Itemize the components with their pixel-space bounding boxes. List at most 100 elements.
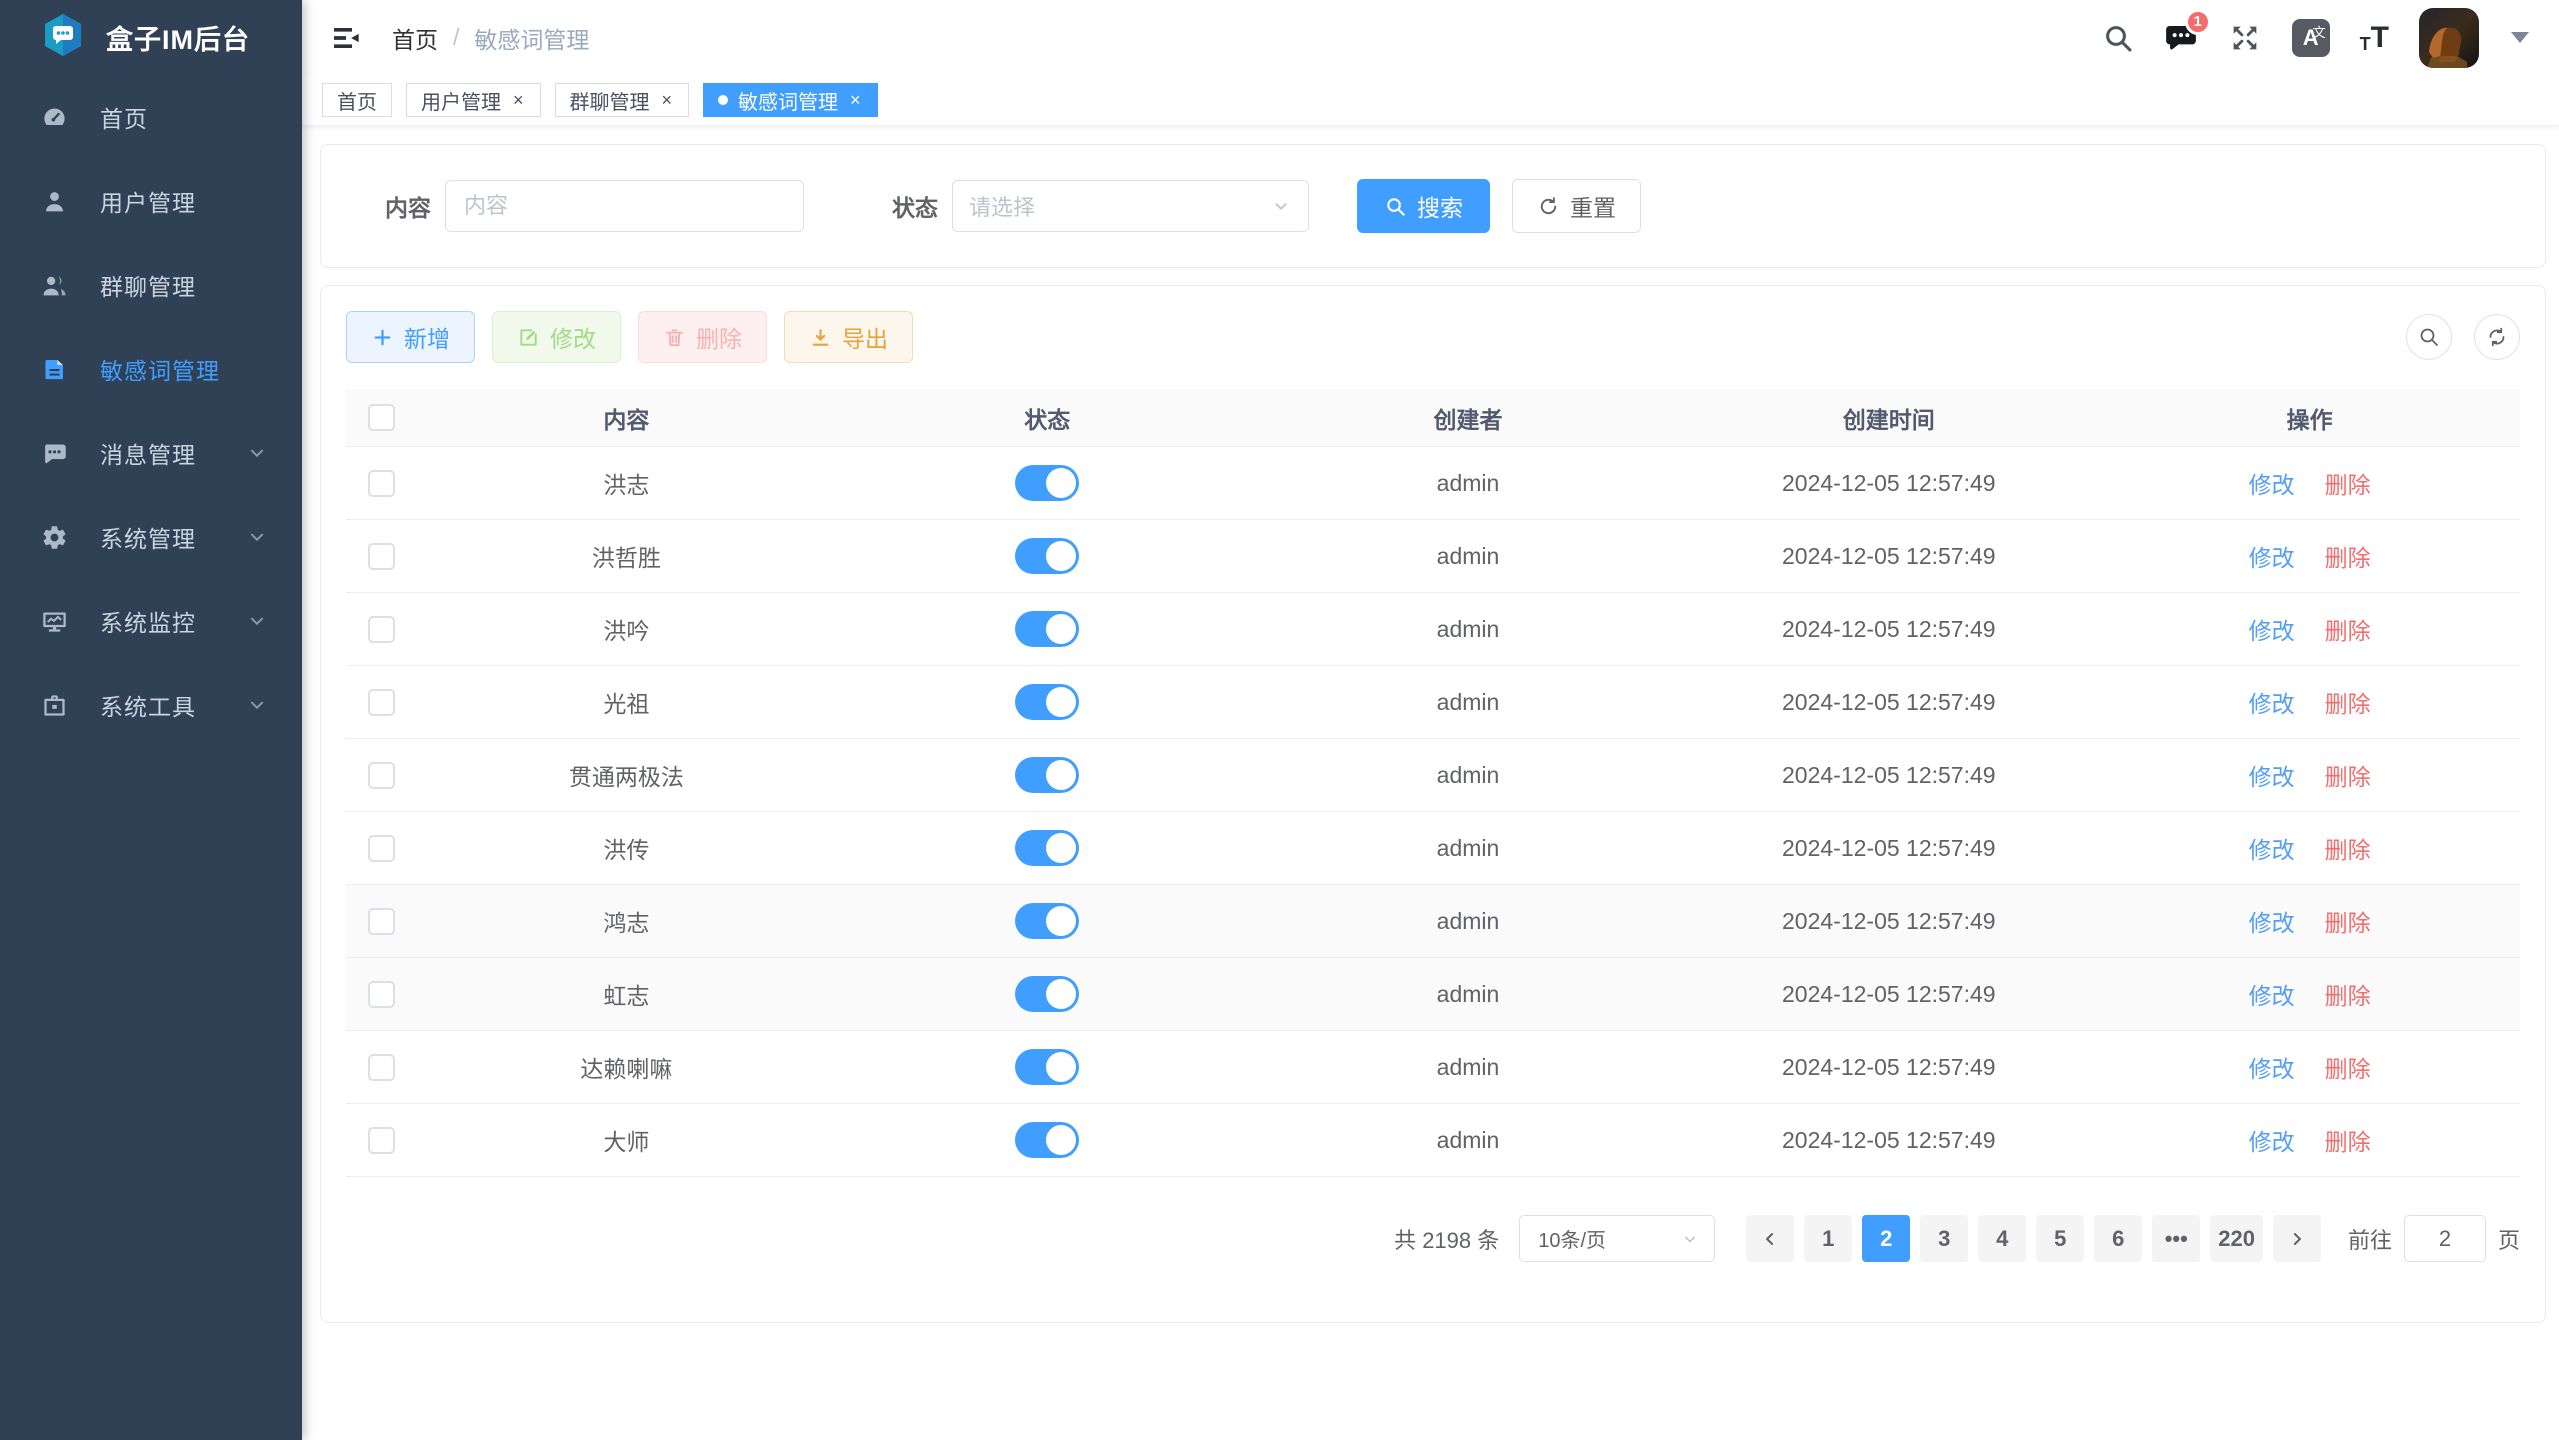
page-size-select[interactable]: 10条/页	[1519, 1215, 1715, 1262]
select-all-checkbox[interactable]	[368, 404, 395, 431]
tab-close-icon[interactable]: ×	[511, 89, 526, 111]
status-filter-select[interactable]: 请选择	[952, 180, 1309, 232]
tab-home[interactable]: 首页	[322, 83, 392, 117]
status-toggle[interactable]	[1015, 976, 1079, 1012]
row-edit-link[interactable]: 修改	[2249, 977, 2295, 1011]
prev-page-button[interactable]	[1746, 1215, 1794, 1262]
status-toggle[interactable]	[1015, 903, 1079, 939]
page-number-button[interactable]: 4	[1978, 1215, 2026, 1262]
row-checkbox[interactable]	[368, 470, 395, 497]
status-toggle[interactable]	[1015, 757, 1079, 793]
tab-group-management[interactable]: 群聊管理 ×	[555, 83, 690, 117]
row-edit-link[interactable]: 修改	[2249, 612, 2295, 646]
row-checkbox[interactable]	[368, 1054, 395, 1081]
status-toggle[interactable]	[1015, 1122, 1079, 1158]
row-delete-link[interactable]: 删除	[2325, 831, 2371, 865]
sidebar-item-groups[interactable]: 群聊管理	[0, 243, 302, 327]
tab-sensitive-words[interactable]: 敏感词管理 ×	[703, 83, 878, 117]
show-search-button[interactable]	[2406, 314, 2452, 360]
table-row: 洪吟 admin 2024-12-05 12:57:49 修改 删除	[346, 593, 2520, 666]
row-edit-link[interactable]: 修改	[2249, 758, 2295, 792]
page-number-button[interactable]: 6	[2094, 1215, 2142, 1262]
status-toggle[interactable]	[1015, 538, 1079, 574]
table-header-row: 内容 状态 创建者 创建时间 操作	[346, 389, 2520, 447]
row-edit-link[interactable]: 修改	[2249, 904, 2295, 938]
table-row: 大师 admin 2024-12-05 12:57:49 修改 删除	[346, 1104, 2520, 1177]
cell-created-at: 2024-12-05 12:57:49	[1678, 1054, 2099, 1081]
status-toggle[interactable]	[1015, 1049, 1079, 1085]
status-toggle[interactable]	[1015, 684, 1079, 720]
row-delete-link[interactable]: 删除	[2325, 685, 2371, 719]
breadcrumb-current: 敏感词管理	[474, 21, 589, 55]
fullscreen-icon[interactable]	[2228, 21, 2262, 55]
row-delete-link[interactable]: 删除	[2325, 904, 2371, 938]
row-delete-link[interactable]: 删除	[2325, 466, 2371, 500]
row-checkbox[interactable]	[368, 543, 395, 570]
row-checkbox[interactable]	[368, 616, 395, 643]
row-checkbox[interactable]	[368, 689, 395, 716]
status-toggle[interactable]	[1015, 611, 1079, 647]
export-button[interactable]: 导出	[784, 311, 913, 363]
sidebar-item-home[interactable]: 首页	[0, 75, 302, 159]
message-icon[interactable]: 1	[2164, 21, 2198, 55]
goto-page-input[interactable]	[2404, 1215, 2486, 1262]
row-delete-link[interactable]: 删除	[2325, 1050, 2371, 1084]
row-edit-link[interactable]: 修改	[2249, 466, 2295, 500]
sidebar-item-users[interactable]: 用户管理	[0, 159, 302, 243]
avatar-dropdown-caret-icon[interactable]	[2511, 32, 2529, 43]
tab-label: 用户管理	[421, 86, 501, 115]
page-number-button[interactable]: 2	[1862, 1215, 1910, 1262]
search-icon	[1384, 195, 1407, 218]
breadcrumb-separator: /	[453, 24, 459, 51]
sidebar-item-system-tools[interactable]: 系统工具	[0, 663, 302, 747]
font-size-icon[interactable]: TT	[2360, 23, 2389, 53]
row-checkbox[interactable]	[368, 1127, 395, 1154]
next-page-button[interactable]	[2273, 1215, 2321, 1262]
status-toggle[interactable]	[1015, 830, 1079, 866]
reset-button[interactable]: 重置	[1512, 179, 1641, 233]
add-button[interactable]: 新增	[346, 311, 475, 363]
row-checkbox[interactable]	[368, 835, 395, 862]
table-row: 贯通两极法 admin 2024-12-05 12:57:49 修改 删除	[346, 739, 2520, 812]
chevron-down-icon	[246, 610, 268, 632]
row-delete-link[interactable]: 删除	[2325, 1123, 2371, 1157]
tab-user-management[interactable]: 用户管理 ×	[406, 83, 541, 117]
sidebar-item-messages[interactable]: 消息管理	[0, 411, 302, 495]
row-edit-link[interactable]: 修改	[2249, 685, 2295, 719]
sidebar-item-sensitive-words[interactable]: 敏感词管理	[0, 327, 302, 411]
row-checkbox[interactable]	[368, 908, 395, 935]
cell-content: 洪志	[416, 466, 837, 500]
row-edit-link[interactable]: 修改	[2249, 1123, 2295, 1157]
status-toggle[interactable]	[1015, 465, 1079, 501]
app-root: 盒子IM后台 首页 用户管理 群聊管理	[0, 0, 2559, 1440]
search-button[interactable]: 搜索	[1357, 179, 1490, 233]
toolbox-icon	[41, 692, 68, 719]
translate-icon[interactable]: A文	[2292, 19, 2330, 57]
row-delete-link[interactable]: 删除	[2325, 977, 2371, 1011]
sidebar-item-system-monitor[interactable]: 系统监控	[0, 579, 302, 663]
page-ellipsis-button[interactable]: •••	[2152, 1215, 2200, 1262]
row-edit-link[interactable]: 修改	[2249, 539, 2295, 573]
page-number-button[interactable]: 1	[1804, 1215, 1852, 1262]
row-delete-link[interactable]: 删除	[2325, 539, 2371, 573]
refresh-table-button[interactable]	[2474, 314, 2520, 360]
search-icon[interactable]	[2102, 22, 2134, 54]
sidebar-item-system-management[interactable]: 系统管理	[0, 495, 302, 579]
row-edit-link[interactable]: 修改	[2249, 831, 2295, 865]
sidebar-collapse-icon[interactable]	[330, 22, 362, 54]
content-filter-input[interactable]	[445, 180, 804, 232]
row-delete-link[interactable]: 删除	[2325, 758, 2371, 792]
cell-created-at: 2024-12-05 12:57:49	[1678, 689, 2099, 716]
row-delete-link[interactable]: 删除	[2325, 612, 2371, 646]
page-number-button[interactable]: 3	[1920, 1215, 1968, 1262]
breadcrumb-home[interactable]: 首页	[392, 21, 438, 55]
cell-created-at: 2024-12-05 12:57:49	[1678, 908, 2099, 935]
page-number-button[interactable]: 220	[2210, 1215, 2263, 1262]
row-edit-link[interactable]: 修改	[2249, 1050, 2295, 1084]
tab-close-icon[interactable]: ×	[848, 89, 863, 111]
row-checkbox[interactable]	[368, 762, 395, 789]
tab-close-icon[interactable]: ×	[660, 89, 675, 111]
user-avatar[interactable]	[2419, 8, 2479, 68]
row-checkbox[interactable]	[368, 981, 395, 1008]
page-number-button[interactable]: 5	[2036, 1215, 2084, 1262]
